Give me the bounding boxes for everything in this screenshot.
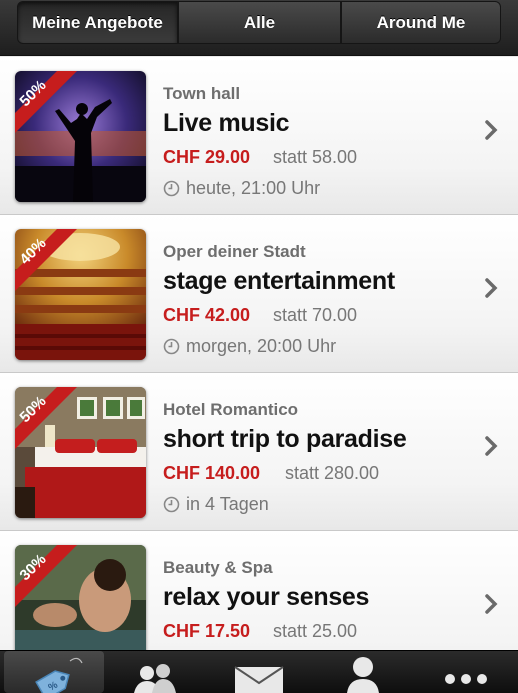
chevron-right-icon: [485, 278, 498, 298]
segment-alle[interactable]: Alle: [178, 1, 341, 44]
tab-offers[interactable]: %: [4, 651, 104, 693]
deal-price: CHF 29.00: [163, 147, 251, 167]
tab-messages[interactable]: [209, 651, 309, 693]
price-tag-icon: %: [35, 657, 83, 693]
tab-friends[interactable]: [105, 651, 205, 693]
venue-label: Town hall: [163, 84, 241, 103]
deal-title: Live music: [163, 109, 290, 137]
segment-around-me[interactable]: Around Me: [341, 1, 501, 44]
people-icon: [134, 664, 176, 693]
venue-label: Beauty & Spa: [163, 558, 273, 577]
original-price: statt 58.00: [273, 147, 358, 167]
tab-profile[interactable]: [313, 651, 413, 693]
hotel-room-image: 50%: [15, 387, 146, 518]
venue-label: Oper deiner Stadt: [163, 242, 306, 261]
chevron-right-icon: [485, 436, 498, 456]
deal-title: relax your senses: [163, 583, 370, 611]
original-price: statt 70.00: [273, 305, 358, 325]
clock-icon: [163, 338, 180, 355]
list-item[interactable]: 50% Town hall Live music CHF 29.00 statt…: [0, 57, 518, 215]
deals-list: 50% Town hall Live music CHF 29.00 statt…: [0, 57, 518, 650]
tab-bar: %: [0, 650, 518, 693]
chevron-right-icon: [485, 594, 498, 614]
deal-title: short trip to paradise: [163, 425, 407, 453]
tab-more[interactable]: [416, 651, 516, 693]
list-item[interactable]: 40% Oper deiner Stadt stage entertainmen…: [0, 215, 518, 373]
person-icon: [347, 657, 379, 693]
list-item[interactable]: 30% Beauty & Spa relax your senses CHF 1…: [0, 531, 518, 650]
venue-label: Hotel Romantico: [163, 400, 299, 419]
deal-price: CHF 140.00: [163, 463, 261, 483]
deal-price: CHF 42.00: [163, 305, 251, 325]
envelope-icon: [234, 666, 284, 693]
original-price: statt 25.00: [273, 621, 358, 641]
deal-time: morgen, 20:00 Uhr: [163, 336, 336, 357]
more-icon: [445, 674, 487, 684]
deal-time: in 4 Tagen: [163, 494, 269, 515]
segment-meine-angebote[interactable]: Meine Angebote: [17, 1, 178, 44]
segmented-control: Meine Angebote Alle Around Me: [0, 0, 518, 56]
original-price: statt 280.00: [285, 463, 380, 483]
deal-time-label: heute, 21:00 Uhr: [186, 178, 321, 198]
deal-title: stage entertainment: [163, 267, 395, 295]
opera-image: 40%: [15, 229, 146, 360]
deal-time: heute, 21:00 Uhr: [163, 178, 320, 199]
spa-image: 30%: [15, 545, 146, 650]
deal-price: CHF 17.50: [163, 621, 251, 641]
chevron-right-icon: [485, 120, 498, 140]
list-item[interactable]: 50% Hotel Romantico short trip to paradi…: [0, 373, 518, 531]
deal-time-label: morgen, 20:00 Uhr: [186, 336, 337, 356]
clock-icon: [163, 496, 180, 513]
deal-time-label: in 4 Tagen: [186, 494, 269, 514]
concert-image: 50%: [15, 71, 146, 202]
clock-icon: [163, 180, 180, 197]
